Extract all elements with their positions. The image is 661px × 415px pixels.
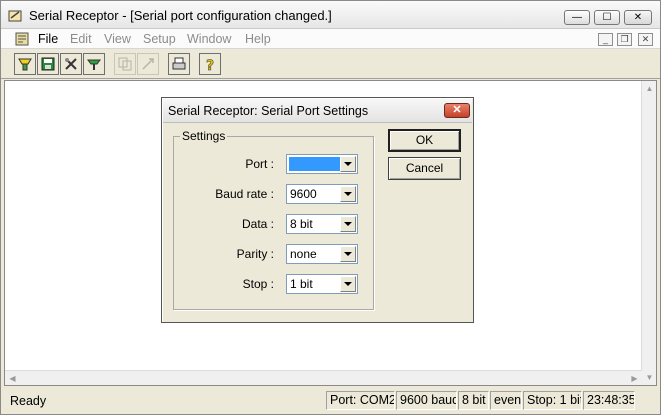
- clear-icon: [142, 58, 154, 70]
- menu-edit[interactable]: Edit: [70, 32, 92, 46]
- group-label: Settings: [180, 129, 228, 143]
- scroll-left-icon[interactable]: ◀: [5, 371, 20, 386]
- status-ready: Ready: [10, 394, 47, 408]
- title-bar[interactable]: Serial Receptor - [Serial port configura…: [1, 1, 660, 29]
- settings-tools-icon: [65, 58, 77, 70]
- port-label: Port :: [245, 157, 274, 171]
- parity-label: Parity :: [236, 247, 274, 261]
- scroll-right-icon[interactable]: ▶: [627, 371, 642, 386]
- settings-button[interactable]: [60, 53, 82, 75]
- stop-bits-value: 1 bit: [290, 277, 313, 291]
- save-button[interactable]: [37, 53, 59, 75]
- serial-port-settings-dialog: Serial Receptor: Serial Port Settings ✕ …: [161, 97, 474, 323]
- print-icon: [172, 57, 186, 70]
- menu-help[interactable]: Help: [245, 32, 271, 46]
- svg-text:?: ?: [206, 58, 214, 72]
- minimize-button[interactable]: —: [564, 10, 590, 25]
- settings-groupbox: Settings Port : Baud rate : 9600 Data : …: [173, 129, 374, 310]
- toolbar: ?: [1, 50, 660, 79]
- menu-file[interactable]: File: [38, 32, 58, 46]
- status-parity: even: [490, 391, 522, 410]
- chevron-down-icon[interactable]: [340, 156, 356, 172]
- document-icon[interactable]: [15, 32, 29, 46]
- horizontal-scrollbar[interactable]: ◀ ▶: [5, 370, 642, 385]
- send-button[interactable]: [83, 53, 105, 75]
- mdi-minimize-button[interactable]: _: [598, 33, 613, 46]
- print-button[interactable]: [168, 53, 190, 75]
- menu-setup[interactable]: Setup: [143, 32, 176, 46]
- status-data: 8 bit: [458, 391, 489, 410]
- menu-window[interactable]: Window: [187, 32, 231, 46]
- mdi-close-button[interactable]: ✕: [638, 33, 653, 46]
- dialog-title-bar[interactable]: Serial Receptor: Serial Port Settings ✕: [163, 99, 472, 123]
- mdi-restore-button[interactable]: ❐: [617, 33, 632, 46]
- menu-view[interactable]: View: [104, 32, 131, 46]
- data-label: Data :: [241, 217, 274, 231]
- clear-button[interactable]: [137, 53, 159, 75]
- chevron-down-icon[interactable]: [340, 216, 356, 232]
- port-value: [289, 157, 341, 171]
- status-port: Port: COM2: [326, 391, 395, 410]
- chevron-down-icon[interactable]: [340, 246, 356, 262]
- dialog-close-button[interactable]: ✕: [444, 103, 470, 118]
- window-title: Serial Receptor - [Serial port configura…: [29, 8, 332, 23]
- parity-value: none: [290, 247, 317, 261]
- app-window: Serial Receptor - [Serial port configura…: [0, 0, 661, 415]
- help-button[interactable]: ?: [199, 53, 221, 75]
- chevron-down-icon[interactable]: [340, 276, 356, 292]
- app-icon: [8, 10, 22, 22]
- status-stop: Stop: 1 bit: [523, 391, 582, 410]
- parity-select[interactable]: none: [286, 244, 358, 264]
- status-time: 23:48:35: [583, 391, 635, 410]
- cancel-button[interactable]: Cancel: [388, 157, 461, 180]
- copy-button[interactable]: [114, 53, 136, 75]
- help-icon: ?: [206, 58, 215, 72]
- stop-bits-select[interactable]: 1 bit: [286, 274, 358, 294]
- baud-rate-label: Baud rate :: [215, 187, 274, 201]
- data-bits-select[interactable]: 8 bit: [286, 214, 358, 234]
- status-bar: Ready Port: COM2 9600 baud 8 bit even St…: [1, 388, 660, 414]
- status-baud: 9600 baud: [396, 391, 457, 410]
- baud-rate-value: 9600: [290, 187, 317, 201]
- close-button[interactable]: ✕: [624, 10, 652, 25]
- copy-icon: [118, 57, 132, 71]
- baud-rate-select[interactable]: 9600: [286, 184, 358, 204]
- data-bits-value: 8 bit: [290, 217, 313, 231]
- send-icon: [87, 59, 101, 70]
- connect-button[interactable]: [14, 53, 36, 75]
- menu-bar: File Edit View Setup Window Help _ ❐ ✕: [1, 29, 660, 49]
- ok-button[interactable]: OK: [388, 129, 461, 152]
- stop-label: Stop :: [242, 277, 274, 291]
- save-icon: [41, 57, 55, 71]
- chevron-down-icon[interactable]: [340, 186, 356, 202]
- maximize-button[interactable]: ☐: [594, 10, 620, 25]
- scroll-down-icon[interactable]: ▼: [642, 370, 657, 385]
- dialog-title: Serial Receptor: Serial Port Settings: [168, 104, 369, 118]
- vertical-scrollbar[interactable]: ▲ ▼: [641, 81, 656, 385]
- scroll-up-icon[interactable]: ▲: [642, 81, 657, 96]
- connect-icon: [18, 58, 32, 71]
- port-select[interactable]: [286, 154, 358, 174]
